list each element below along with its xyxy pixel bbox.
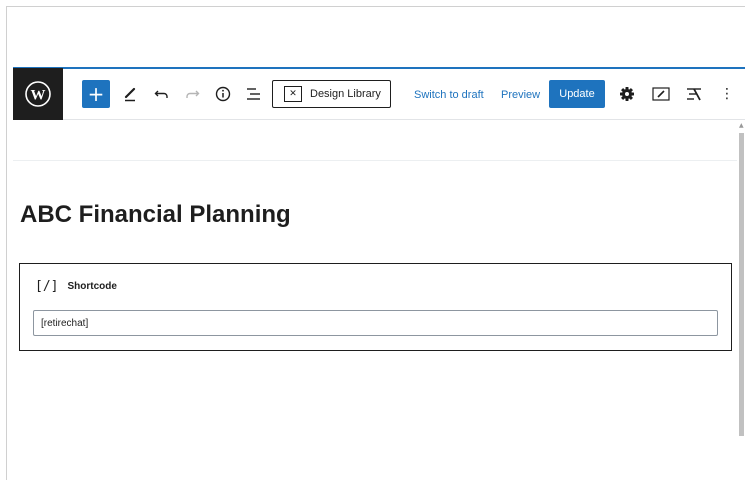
design-library-plugin-icon xyxy=(687,88,701,101)
editor-divider xyxy=(13,160,737,161)
shortcode-input[interactable]: [retirechat] xyxy=(33,310,718,336)
more-options-icon: ⋮ xyxy=(720,86,734,102)
plugin-button[interactable] xyxy=(683,84,705,104)
list-view-button[interactable] xyxy=(243,84,265,104)
details-button[interactable] xyxy=(212,84,234,104)
design-library-label: Design Library xyxy=(310,88,381,100)
pencil-icon xyxy=(124,87,136,102)
shortcode-block-header: [/] Shortcode xyxy=(35,279,117,294)
gear-icon xyxy=(620,87,634,101)
shortcode-block-label: Shortcode xyxy=(67,281,117,292)
editor-icon xyxy=(652,87,670,101)
settings-button[interactable] xyxy=(617,84,637,104)
scroll-up-arrow-icon[interactable]: ▲ xyxy=(739,122,744,129)
list-view-icon xyxy=(247,88,260,100)
add-block-button[interactable]: + xyxy=(82,80,110,108)
shortcode-icon: [/] xyxy=(35,279,59,294)
tools-button[interactable] xyxy=(121,84,139,104)
svg-text:W: W xyxy=(31,88,46,104)
shortcode-block[interactable] xyxy=(19,263,732,351)
design-library-button[interactable]: ✕ Design Library xyxy=(272,80,391,108)
wordpress-icon: W xyxy=(25,81,51,107)
update-label: Update xyxy=(559,88,595,100)
redo-icon xyxy=(186,90,200,98)
post-title[interactable]: ABC Financial Planning xyxy=(20,201,291,229)
undo-icon xyxy=(154,90,168,98)
undo-button[interactable] xyxy=(151,84,173,104)
info-icon xyxy=(215,86,231,102)
wordpress-logo-button[interactable]: W xyxy=(13,68,63,120)
scrollbar-thumb[interactable] xyxy=(739,133,744,436)
redo-button[interactable] xyxy=(181,84,203,104)
more-options-button[interactable]: ⋮ xyxy=(720,84,734,104)
update-button[interactable]: Update xyxy=(549,80,605,108)
design-library-icon: ✕ xyxy=(284,86,302,102)
editor-mode-button[interactable] xyxy=(650,84,672,104)
switch-to-draft-button[interactable]: Switch to draft xyxy=(414,89,484,101)
preview-button[interactable]: Preview xyxy=(501,89,540,101)
plus-icon: + xyxy=(87,82,105,106)
